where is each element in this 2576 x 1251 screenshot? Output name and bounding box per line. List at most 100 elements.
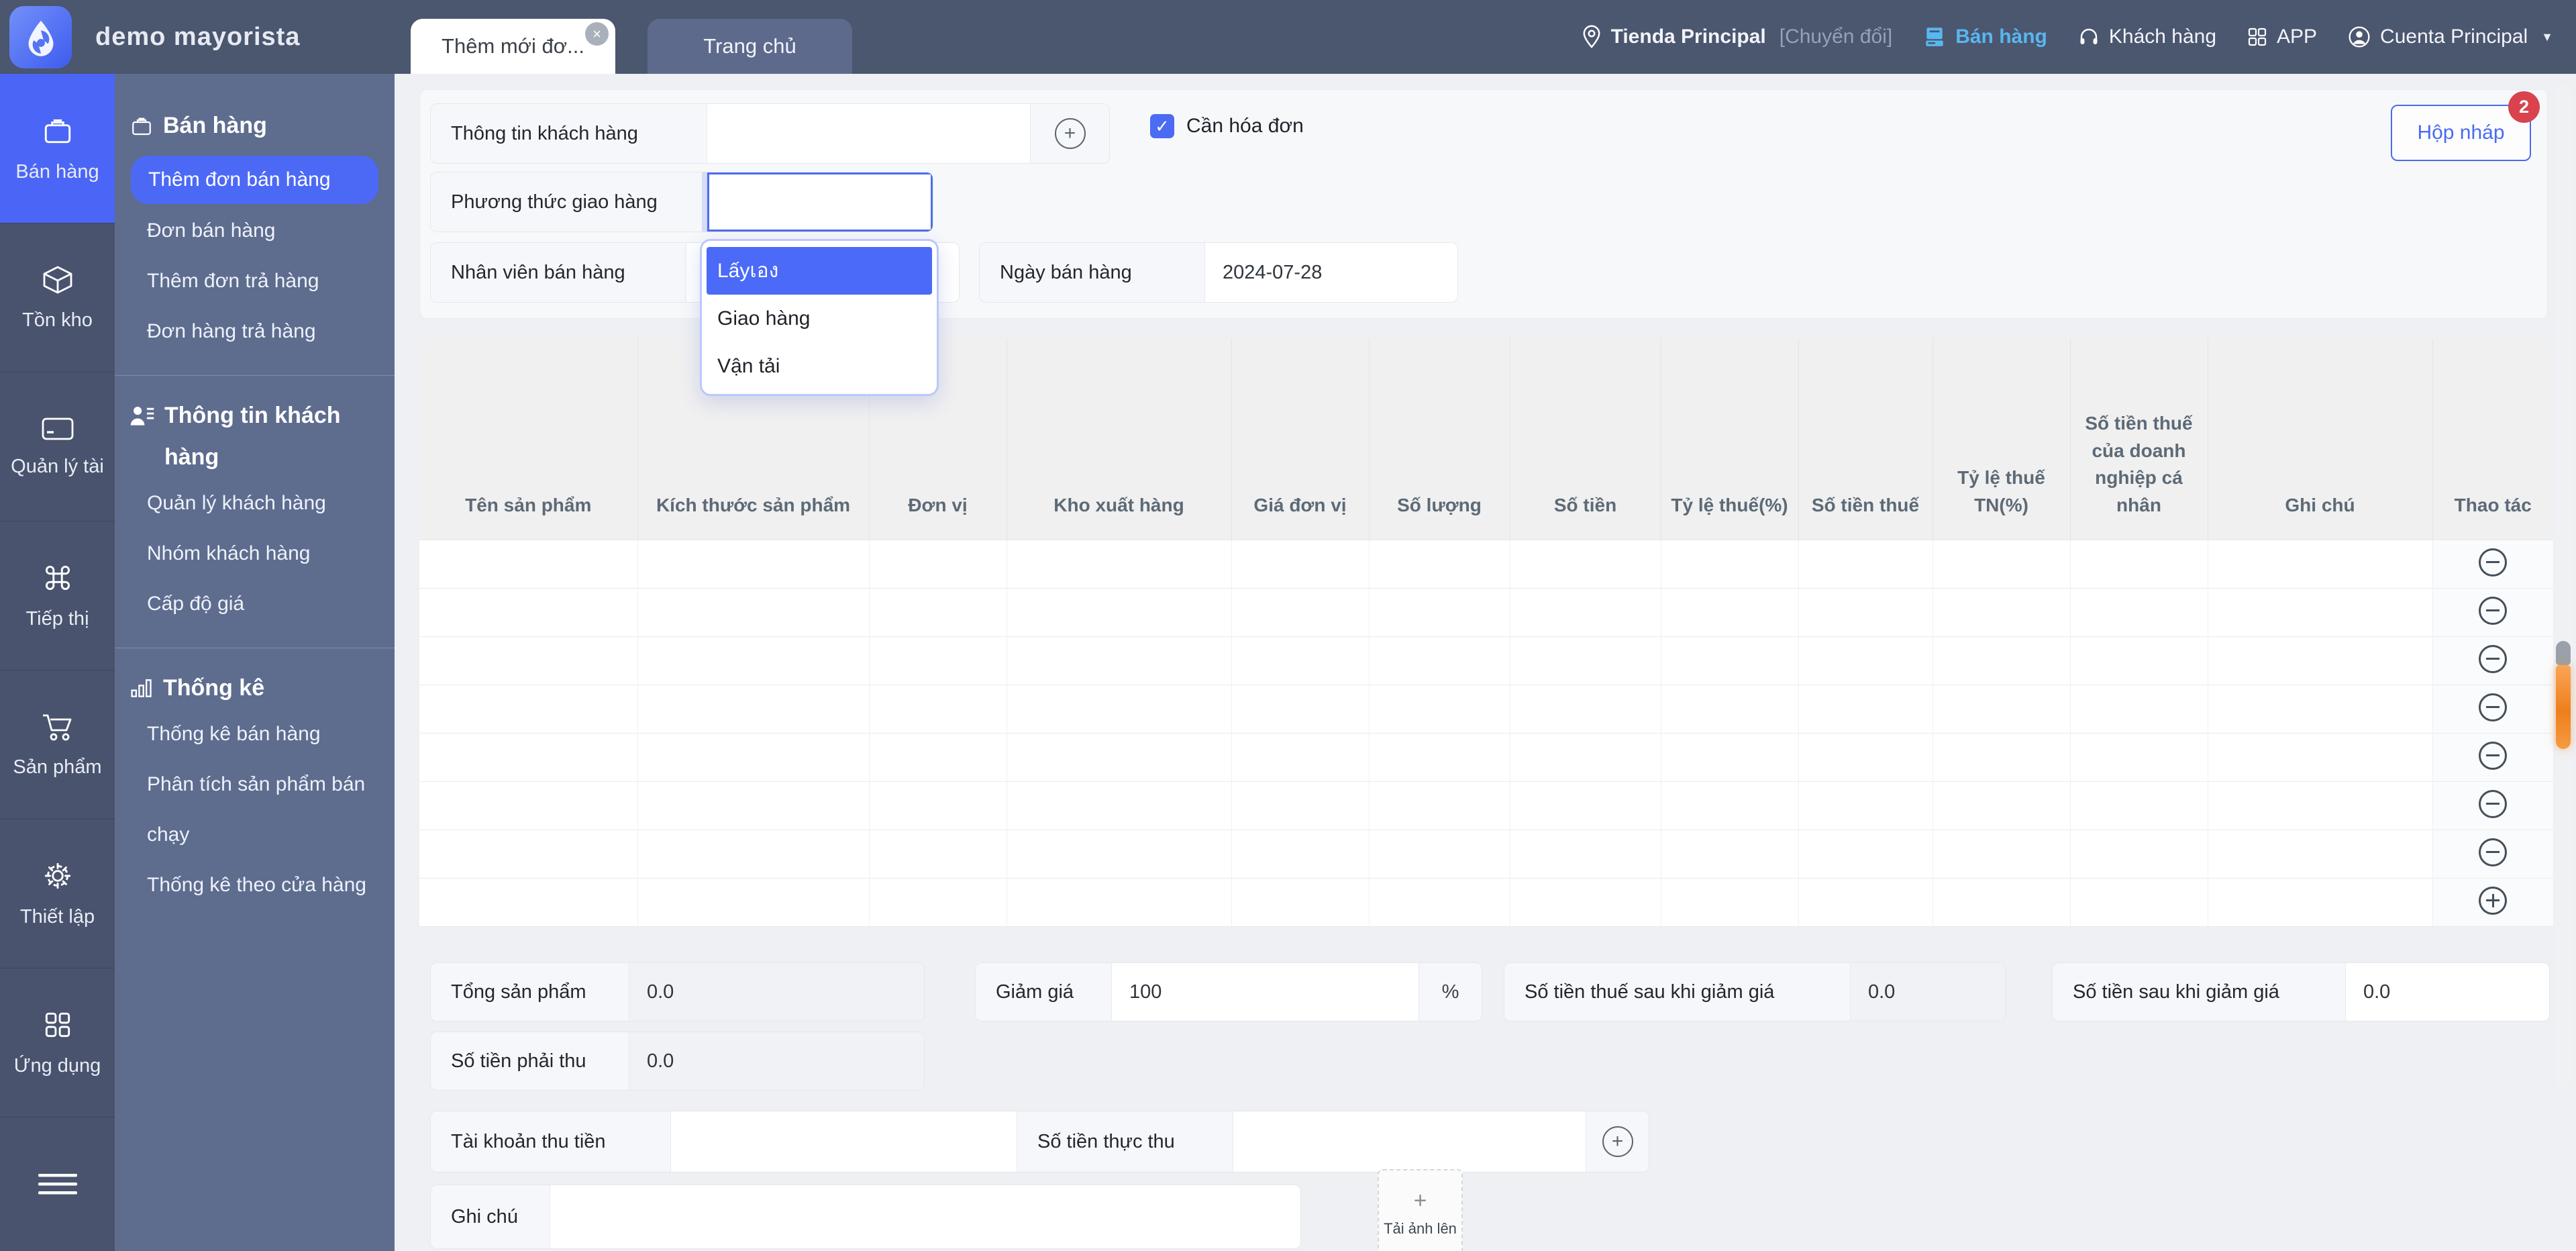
dropdown-option-transport[interactable]: Vận tải xyxy=(707,342,932,390)
table-cell[interactable] xyxy=(419,878,637,926)
table-cell[interactable] xyxy=(2070,781,2208,830)
table-cell[interactable] xyxy=(1798,733,1933,781)
remove-row-icon[interactable] xyxy=(2479,693,2507,721)
table-cell[interactable] xyxy=(2432,588,2553,636)
table-cell[interactable] xyxy=(2432,685,2553,733)
sidebar-item-return-orders[interactable]: Đơn hàng trả hàng xyxy=(130,306,380,356)
sidebar-item-bestseller-analysis[interactable]: Phân tích sản phẩm bán chạy xyxy=(130,759,380,860)
remove-row-icon[interactable] xyxy=(2479,742,2507,770)
table-cell[interactable] xyxy=(1007,830,1231,878)
table-cell[interactable] xyxy=(1369,781,1510,830)
remove-row-icon[interactable] xyxy=(2479,645,2507,673)
table-cell[interactable] xyxy=(1007,636,1231,685)
table-cell[interactable] xyxy=(869,540,1007,588)
table-cell[interactable] xyxy=(1510,878,1661,926)
table-cell[interactable] xyxy=(419,733,637,781)
tab-close-icon[interactable]: × xyxy=(585,22,609,46)
table-cell[interactable] xyxy=(637,636,869,685)
table-cell[interactable] xyxy=(1369,830,1510,878)
table-cell[interactable] xyxy=(2208,685,2432,733)
table-cell[interactable] xyxy=(2070,588,2208,636)
discount-input[interactable]: 100 xyxy=(1112,963,1419,1021)
table-cell[interactable] xyxy=(1007,781,1231,830)
image-upload-box[interactable]: + Tải ảnh lên xyxy=(1378,1169,1463,1251)
table-cell[interactable] xyxy=(1798,685,1933,733)
table-cell[interactable] xyxy=(1510,733,1661,781)
add-row-icon[interactable] xyxy=(2479,887,2507,915)
table-cell[interactable] xyxy=(1661,636,1798,685)
table-cell[interactable] xyxy=(1661,733,1798,781)
sidebar-item-store-statistics[interactable]: Thống kê theo cửa hàng xyxy=(130,860,380,910)
received-amount-input[interactable] xyxy=(1233,1111,1586,1172)
table-cell[interactable] xyxy=(869,588,1007,636)
table-cell[interactable] xyxy=(1007,733,1231,781)
table-cell[interactable] xyxy=(1007,878,1231,926)
table-cell[interactable] xyxy=(1798,636,1933,685)
table-cell[interactable] xyxy=(2432,781,2553,830)
table-cell[interactable] xyxy=(2208,540,2432,588)
table-cell[interactable] xyxy=(2070,878,2208,926)
table-cell[interactable] xyxy=(1661,878,1798,926)
nav-pos-sales[interactable]: Bán hàng xyxy=(1923,26,2047,48)
table-cell[interactable] xyxy=(1933,733,2070,781)
table-cell[interactable] xyxy=(2208,636,2432,685)
rail-item-marketing[interactable]: Tiếp thị xyxy=(0,521,115,670)
remove-row-icon[interactable] xyxy=(2479,548,2507,577)
table-cell[interactable] xyxy=(1369,685,1510,733)
table-cell[interactable] xyxy=(419,636,637,685)
table-cell[interactable] xyxy=(1231,830,1369,878)
table-cell[interactable] xyxy=(1933,685,2070,733)
table-cell[interactable] xyxy=(2208,830,2432,878)
table-cell[interactable] xyxy=(2432,540,2553,588)
sidebar-item-customer-management[interactable]: Quản lý khách hàng xyxy=(130,478,380,528)
amount-after-discount-value[interactable]: 0.0 xyxy=(2346,963,2549,1021)
table-cell[interactable] xyxy=(419,830,637,878)
table-cell[interactable] xyxy=(869,685,1007,733)
table-cell[interactable] xyxy=(2070,540,2208,588)
note-input[interactable] xyxy=(550,1185,1300,1248)
table-cell[interactable] xyxy=(1231,878,1369,926)
table-cell[interactable] xyxy=(1661,685,1798,733)
table-cell[interactable] xyxy=(869,830,1007,878)
table-cell[interactable] xyxy=(2208,781,2432,830)
table-cell[interactable] xyxy=(1231,733,1369,781)
rail-item-apps[interactable]: Ứng dụng xyxy=(0,968,115,1117)
table-cell[interactable] xyxy=(637,781,869,830)
table-cell[interactable] xyxy=(419,685,637,733)
customer-input[interactable] xyxy=(707,104,1030,163)
table-cell[interactable] xyxy=(1798,830,1933,878)
table-cell[interactable] xyxy=(1007,588,1231,636)
invoice-checkbox[interactable]: ✓ xyxy=(1150,114,1174,138)
nav-account[interactable]: Cuenta Principal ▼ xyxy=(2348,26,2553,48)
dropdown-option-pickup[interactable]: Lấyเอง xyxy=(707,247,932,295)
table-cell[interactable] xyxy=(1510,685,1661,733)
nav-support[interactable]: Khách hàng xyxy=(2078,26,2216,48)
table-cell[interactable] xyxy=(637,733,869,781)
nav-app[interactable]: APP xyxy=(2247,26,2317,48)
table-cell[interactable] xyxy=(637,878,869,926)
delivery-input[interactable] xyxy=(707,172,933,232)
table-cell[interactable] xyxy=(637,685,869,733)
table-cell[interactable] xyxy=(2208,588,2432,636)
sidebar-item-add-return-order[interactable]: Thêm đơn trả hàng xyxy=(130,256,380,306)
add-payment-button[interactable]: + xyxy=(1586,1111,1649,1172)
table-cell[interactable] xyxy=(869,733,1007,781)
remove-row-icon[interactable] xyxy=(2479,597,2507,625)
rail-item-finance[interactable]: Quản lý tài xyxy=(0,372,115,521)
sidebar-item-sale-orders[interactable]: Đơn bán hàng xyxy=(130,205,380,256)
table-cell[interactable] xyxy=(1798,878,1933,926)
sidebar-item-customer-groups[interactable]: Nhóm khách hàng xyxy=(130,528,380,579)
table-cell[interactable] xyxy=(419,781,637,830)
sidebar-item-price-levels[interactable]: Cấp độ giá xyxy=(130,579,380,629)
table-cell[interactable] xyxy=(1231,588,1369,636)
tab-new-order[interactable]: Thêm mới đơ... × xyxy=(411,19,615,74)
table-cell[interactable] xyxy=(1933,540,2070,588)
table-cell[interactable] xyxy=(1007,540,1231,588)
add-customer-button[interactable]: + xyxy=(1030,104,1109,163)
app-logo[interactable] xyxy=(9,6,72,68)
table-cell[interactable] xyxy=(2070,685,2208,733)
invoice-checkbox-label[interactable]: Cần hóa đơn xyxy=(1186,103,1304,149)
table-cell[interactable] xyxy=(1510,830,1661,878)
table-cell[interactable] xyxy=(1661,830,1798,878)
table-cell[interactable] xyxy=(1231,685,1369,733)
